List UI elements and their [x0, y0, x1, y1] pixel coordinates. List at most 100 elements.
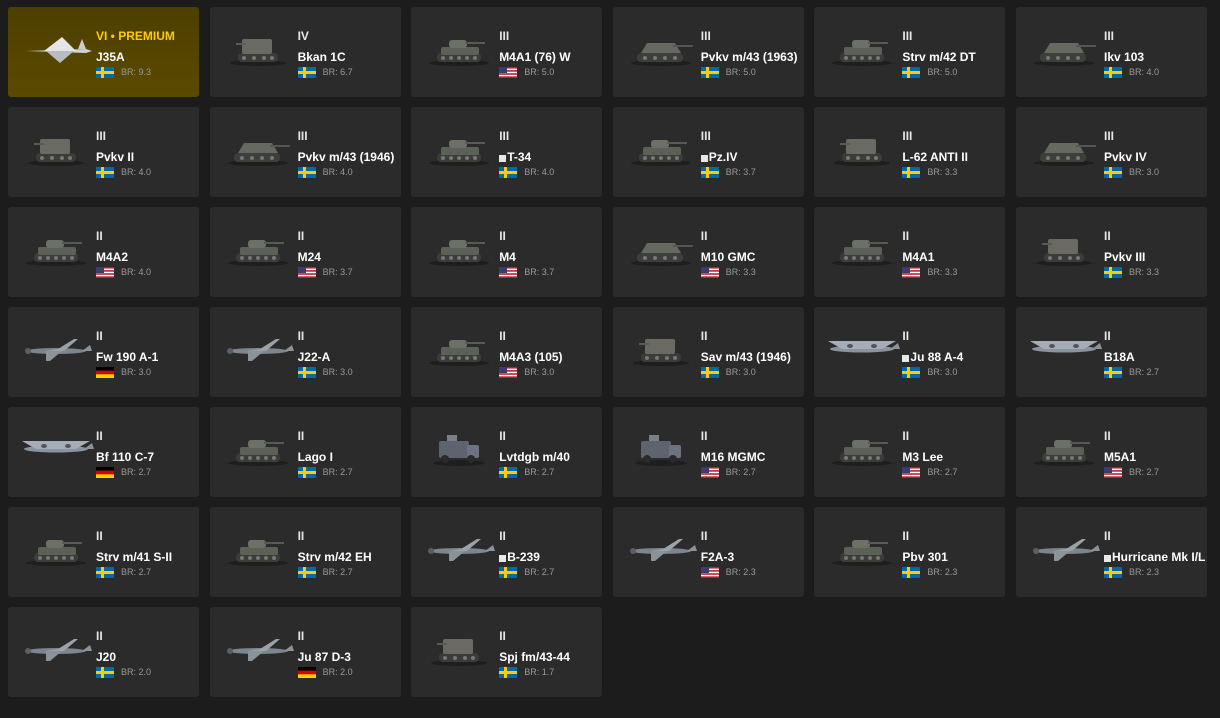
battle-rating: BR: 4.0	[121, 267, 152, 277]
vehicle-card[interactable]: III Pvkv m/43 (1946) BR: 4.0	[209, 107, 401, 197]
usa-flag-icon	[297, 267, 316, 278]
vehicle-card[interactable]: III Pvkv m/43 (1963) BR: 5.0	[612, 7, 804, 97]
vehicle-card[interactable]: III L-62 ANTI II BR: 3.3	[814, 107, 1006, 197]
bomber-icon	[16, 429, 96, 469]
vehicle-tier: II	[297, 229, 305, 243]
vehicle-card[interactable]: VI • PREMIUM J35A BR: 9.3	[8, 7, 199, 97]
germany-flag-icon	[96, 467, 114, 478]
vehicle-card[interactable]: II M4A3 (105) BR: 3.0	[411, 307, 603, 397]
sweden-flag-icon	[1104, 567, 1122, 578]
vehicle-tier: II	[96, 229, 103, 243]
vehicle-card[interactable]: II M16 MGMC BR: 2.7	[612, 407, 804, 497]
vehicle-card[interactable]: IV Bkan 1C BR: 6.7	[209, 7, 401, 97]
usa-flag-icon	[96, 267, 114, 278]
vehicle-card[interactable]: II Spj fm/43-44 BR: 1.7	[411, 607, 603, 697]
tank-icon	[419, 29, 499, 69]
tank-icon	[218, 529, 298, 569]
td-icon	[1024, 29, 1104, 69]
vehicle-card[interactable]: II Pvkv III BR: 3.3	[1016, 207, 1207, 297]
vehicle-name: Ju 88 A-4	[902, 350, 963, 364]
vehicle-tier: III	[499, 29, 510, 43]
vehicle-card[interactable]: III Pvkv IV BR: 3.0	[1016, 107, 1207, 197]
vehicle-tier: III	[1104, 29, 1115, 43]
plane-icon	[16, 329, 96, 369]
tank-icon	[621, 129, 701, 169]
vehicle-card[interactable]: II Strv m/41 S-II BR: 2.7	[8, 507, 199, 597]
tank-icon	[419, 329, 499, 369]
vehicle-tier: III	[297, 129, 308, 143]
vehicle-card[interactable]: II F2A-3 BR: 2.3	[612, 507, 804, 597]
vehicle-name: Fw 190 A-1	[96, 350, 159, 364]
vehicle-name: Strv m/42 EH	[297, 550, 372, 564]
vehicle-card[interactable]: II B-239 BR: 2.7	[411, 507, 603, 597]
vehicle-card[interactable]: III M4A1 (76) W BR: 5.0	[411, 7, 603, 97]
vehicle-card[interactable]: III T-34 BR: 4.0	[411, 107, 603, 197]
vehicle-card[interactable]: III Strv m/42 DT BR: 5.0	[814, 7, 1006, 97]
vehicle-tier: II	[499, 529, 506, 543]
vehicle-name: Pvkv m/43 (1963)	[700, 50, 798, 64]
vehicle-card[interactable]: II M4A1 BR: 3.3	[814, 207, 1006, 297]
vehicle-card[interactable]: II M3 Lee BR: 2.7	[814, 407, 1006, 497]
battle-rating: BR: 5.0	[927, 67, 958, 77]
vehicle-name: B18A	[1104, 350, 1135, 364]
vehicle-card[interactable]: II Hurricane Mk I/L BR: 2.3	[1016, 507, 1207, 597]
vehicle-name: M5A1	[1104, 450, 1137, 464]
vehicle-card[interactable]: II Strv m/42 EH BR: 2.7	[209, 507, 401, 597]
copy-marker-icon	[499, 155, 507, 162]
vehicle-tier: II	[96, 329, 103, 343]
vehicle-tier: II	[700, 429, 708, 443]
battle-rating: BR: 2.7	[524, 467, 555, 477]
bomber-icon	[1024, 329, 1104, 369]
vehicle-name: F2A-3	[700, 550, 735, 564]
vehicle-card[interactable]: II M4 BR: 3.7	[411, 207, 603, 297]
battle-rating: BR: 9.3	[121, 67, 152, 77]
vehicle-card[interactable]: III Pz.IV BR: 3.7	[612, 107, 804, 197]
vehicle-card[interactable]: II M5A1 BR: 2.7	[1016, 407, 1207, 497]
battle-rating: BR: 2.0	[322, 667, 353, 677]
vehicle-card[interactable]: II Ju 88 A-4 BR: 3.0	[814, 307, 1006, 397]
sweden-flag-icon	[1104, 167, 1122, 178]
vehicle-name: J35A	[96, 50, 125, 64]
vehicle-name: Pvkv III	[1104, 250, 1146, 264]
vehicle-grid: VI • PREMIUM J35A BR: 9.3 IV Bkan 1C BR: 6.7 I…	[0, 0, 1220, 718]
vehicle-card[interactable]: II J20 BR: 2.0	[8, 607, 199, 697]
vehicle-name: Pbv 301	[902, 550, 948, 564]
battle-rating: BR: 2.7	[725, 467, 756, 477]
vehicle-card[interactable]: II M4A2 BR: 4.0	[8, 207, 199, 297]
vehicle-card[interactable]: II M24 BR: 3.7	[209, 207, 401, 297]
vehicle-card[interactable]: II Sav m/43 (1946) BR: 3.0	[612, 307, 804, 397]
vehicle-card[interactable]: II J22-A BR: 3.0	[209, 307, 401, 397]
vehicle-tier: II	[700, 529, 708, 543]
vehicle-card[interactable]: II Ju 87 D-3 BR: 2.0	[209, 607, 401, 697]
vehicle-card[interactable]: II M10 GMC BR: 3.3	[612, 207, 804, 297]
plane-icon	[621, 529, 701, 569]
battle-rating: BR: 5.0	[725, 67, 756, 77]
vehicle-tier: II	[700, 329, 708, 343]
vehicle-tier: II	[1104, 429, 1111, 443]
spg-icon	[822, 129, 902, 169]
copy-marker-icon	[700, 155, 708, 162]
vehicle-tier: III	[1104, 129, 1115, 143]
vehicle-tier: III	[499, 129, 510, 143]
vehicle-tier: II	[297, 429, 305, 443]
vehicle-tier: II	[96, 629, 103, 643]
vehicle-card[interactable]: II Fw 190 A-1 BR: 3.0	[8, 307, 199, 397]
vehicle-card[interactable]: II Pbv 301 BR: 2.3	[814, 507, 1006, 597]
battle-rating: BR: 2.7	[322, 467, 353, 477]
vehicle-tier: IV	[297, 29, 309, 43]
vehicle-card[interactable]: III Pvkv II BR: 4.0	[8, 107, 199, 197]
vehicle-card[interactable]: III Ikv 103 BR: 4.0	[1016, 7, 1207, 97]
vehicle-tier: II	[902, 529, 910, 543]
battle-rating: BR: 3.3	[927, 267, 958, 277]
vehicle-name: M24	[297, 250, 321, 264]
vehicle-name: M4A2	[96, 250, 129, 264]
battle-rating: BR: 4.0	[1129, 67, 1160, 77]
vehicle-card[interactable]: II Lvtdgb m/40 BR: 2.7	[411, 407, 603, 497]
vehicle-card[interactable]: II Lago I BR: 2.7	[209, 407, 401, 497]
tank-icon	[16, 529, 96, 569]
sweden-flag-icon	[499, 167, 518, 178]
sweden-flag-icon	[297, 367, 316, 378]
vehicle-name: M4A1 (76) W	[499, 50, 571, 64]
vehicle-card[interactable]: II Bf 110 C-7 BR: 2.7	[8, 407, 199, 497]
vehicle-card[interactable]: II B18A BR: 2.7	[1016, 307, 1207, 397]
